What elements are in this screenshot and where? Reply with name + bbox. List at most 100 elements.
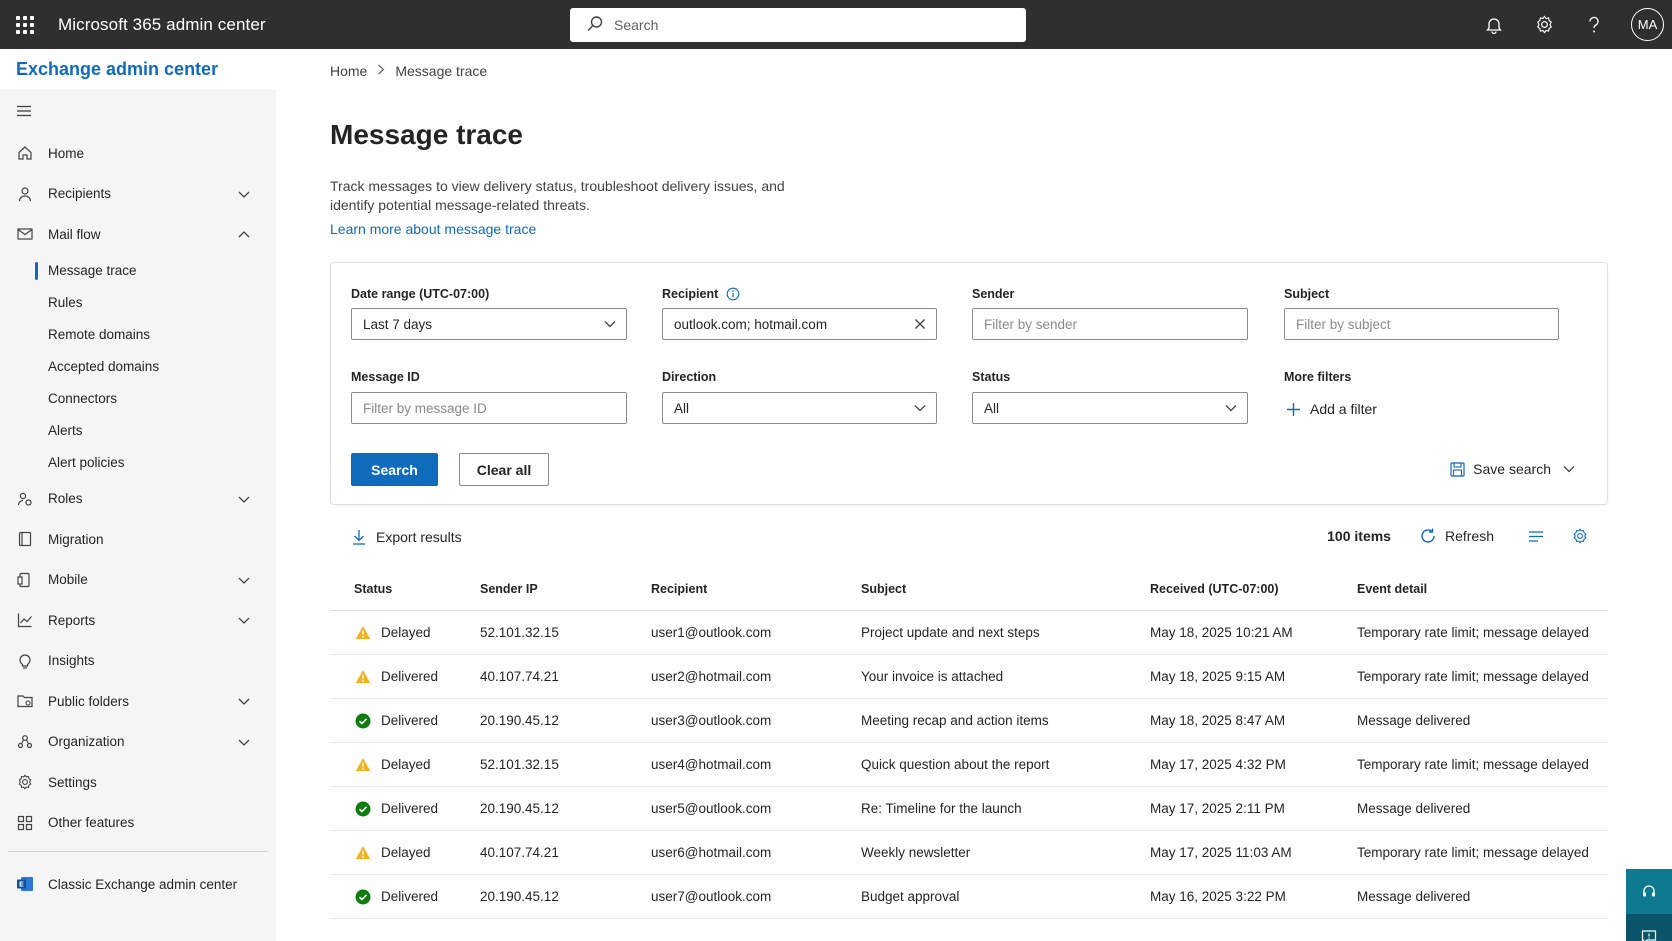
sidebar-item-mail-flow[interactable]: Mail flow [0,214,276,255]
sidebar-sub-alerts[interactable]: Alerts [0,415,276,447]
date-range-select[interactable]: Last 7 days [351,308,627,340]
avatar[interactable]: MA [1631,8,1664,41]
refresh-icon [1419,527,1437,545]
gear-icon[interactable] [1519,0,1569,49]
search-button[interactable]: Search [351,453,438,486]
sidebar-item-organization[interactable]: Organization [0,722,276,763]
event-detail-cell: Temporary rate limit; message delayed [1357,757,1589,772]
table-row[interactable]: Delivered 20.190.45.12 user3@outlook.com Me… [330,699,1608,743]
sidebar-item-label: Classic Exchange admin center [48,876,238,892]
learn-more-link[interactable]: Learn more about message trace [330,221,536,237]
view-options-icon[interactable] [1528,530,1544,543]
sidebar-sub-rules[interactable]: Rules [0,287,276,319]
table-row[interactable]: Delivered 40.107.74.21 user2@hotmail.com Yo… [330,655,1608,699]
sender-ip-cell: 40.107.74.21 [480,845,559,860]
table-row[interactable]: Delayed 40.107.74.21 user6@hotmail.com Week… [330,831,1608,875]
table-row[interactable]: Delivered 20.190.45.12 user7@outlook.com Bu… [330,875,1608,919]
recipient-cell: user4@hotmail.com [651,757,772,772]
feedback-icon[interactable] [1626,914,1672,941]
status-cell: Delivered [330,888,480,906]
table-row[interactable]: Delayed 52.101.32.15 user4@hotmail.com Quic… [330,743,1608,787]
sidebar-item-home[interactable]: Home [0,133,276,174]
date-range-label: Date range (UTC-07:00) [351,287,490,301]
save-search-button[interactable]: Save search [1450,461,1575,477]
table-row[interactable]: Delayed 52.101.32.15 user1@outlook.com Proj… [330,611,1608,655]
status-label: Status [972,370,1011,384]
table-row[interactable]: Delivered 20.190.45.12 user5@outlook.com Re… [330,787,1608,831]
chart-icon [16,611,34,629]
info-icon[interactable] [726,287,740,301]
export-results-button[interactable]: Export results [352,529,462,545]
sidebar-item-settings[interactable]: Settings [0,762,276,803]
event-detail-cell: Message delivered [1357,801,1471,816]
recipient-input[interactable]: outlook.com; hotmail.com [662,308,937,340]
sidebar-item-mobile[interactable]: Mobile [0,560,276,601]
breadcrumb-home[interactable]: Home [330,63,367,79]
chevron-down-icon [238,491,250,506]
sidebar-item-label: Migration [48,531,104,547]
waffle-icon[interactable] [0,0,49,49]
global-search-placeholder: Search [614,17,659,33]
received-cell: May 18, 2025 8:47 AM [1150,713,1286,728]
sidebar-item-label: Insights [48,653,95,669]
sidebar-sub-alert-policies[interactable]: Alert policies [0,447,276,479]
sender-input[interactable]: Filter by sender [972,308,1248,340]
column-header-recipient[interactable]: Recipient [651,582,861,596]
column-settings-icon[interactable] [1572,528,1588,544]
hamburger-icon[interactable] [0,89,276,133]
top-bar: Microsoft 365 admin center Search MA [0,0,1672,49]
chevron-down-icon [238,734,250,749]
download-icon [352,529,366,545]
subject-cell: Project update and next steps [861,625,1040,640]
status-select[interactable]: All [972,392,1248,424]
close-icon[interactable] [914,318,926,330]
status-text: Delivered [381,889,439,904]
page-title: Message trace [330,119,524,150]
sidebar-item-label: Recipients [48,186,112,202]
subject-label: Subject [1284,287,1330,301]
message-id-input[interactable]: Filter by message ID [351,392,627,424]
clear-all-button[interactable]: Clear all [459,453,549,486]
direction-select[interactable]: All [662,392,937,424]
chevron-down-icon [238,613,250,628]
column-header-received[interactable]: Received (UTC-07:00) [1150,582,1357,596]
check-circle-icon [354,712,372,730]
sidebar-sub-message-trace[interactable]: Message trace [0,255,276,287]
global-search-input[interactable]: Search [570,8,1026,42]
column-header-sender-ip[interactable]: Sender IP [480,582,651,596]
sidebar-item-reports[interactable]: Reports [0,600,276,641]
check-circle-icon [354,888,372,906]
help-icon[interactable] [1569,0,1619,49]
message-id-placeholder: Filter by message ID [363,400,487,416]
column-header-subject[interactable]: Subject [861,582,1150,596]
sidebar-sub-connectors[interactable]: Connectors [0,383,276,415]
sidebar-item-migration[interactable]: Migration [0,519,276,560]
table-body: Delayed 52.101.32.15 user1@outlook.com Proj… [330,611,1608,919]
refresh-button[interactable]: Refresh [1419,527,1494,545]
column-header-event-detail[interactable]: Event detail [1357,582,1608,596]
sidebar-sub-accepted-domains[interactable]: Accepted domains [0,351,276,383]
sender-label: Sender [972,287,1015,301]
sidebar-sub-remote-domains[interactable]: Remote domains [0,319,276,351]
sidebar-item-classic-exchange[interactable]: E Classic Exchange admin center [0,864,276,905]
sidebar-divider [8,851,268,852]
sidebar-item-insights[interactable]: Insights [0,641,276,682]
subject-cell: Re: Timeline for the launch [861,801,1022,816]
roles-icon [16,490,34,508]
bell-icon[interactable] [1469,0,1519,49]
sidebar-item-other-features[interactable]: Other features [0,803,276,844]
sidebar-title[interactable]: Exchange admin center [0,49,276,89]
breadcrumb: Home Message trace [330,63,487,79]
sidebar-item-label: Mail flow [48,226,101,242]
chevron-up-icon [238,227,250,242]
event-detail-cell: Temporary rate limit; message delayed [1357,669,1589,684]
support-icon[interactable] [1626,869,1672,914]
sidebar-item-public-folders[interactable]: Public folders [0,681,276,722]
sidebar-item-recipients[interactable]: Recipients [0,174,276,215]
sidebar-item-label: Home [48,145,85,161]
subject-input[interactable]: Filter by subject [1284,308,1559,340]
sidebar-item-roles[interactable]: Roles [0,479,276,520]
column-header-status[interactable]: Status [330,582,480,596]
add-filter-button[interactable]: Add a filter [1286,401,1377,417]
app-title[interactable]: Microsoft 365 admin center [58,15,266,35]
